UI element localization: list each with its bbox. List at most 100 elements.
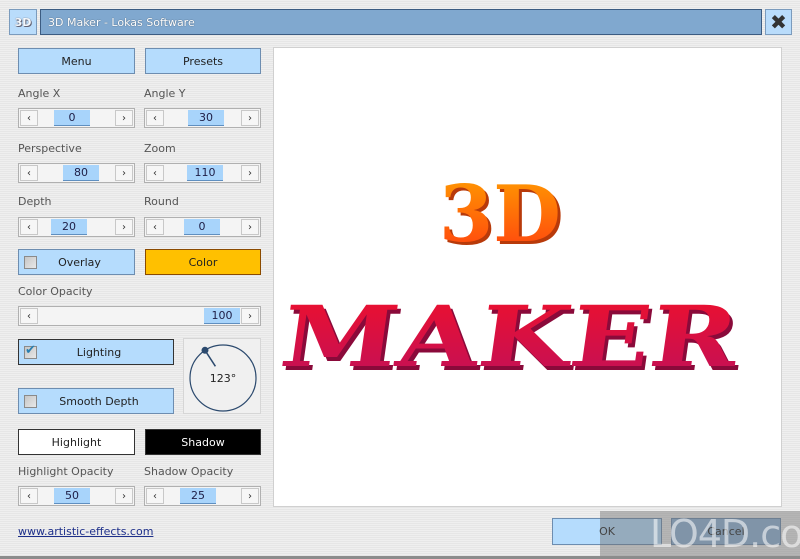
zoom-slider[interactable]: ‹ 110 › [144, 163, 261, 183]
preview-canvas: 3D 3D MAKER MAKER [273, 47, 782, 507]
presets-button-label: Presets [182, 54, 224, 68]
color-opacity-increase-button[interactable]: › [241, 308, 259, 324]
highlight-opacity-value: 50 [65, 489, 79, 502]
round-label: Round [144, 195, 179, 208]
angle-y-thumb[interactable]: 30 [188, 110, 224, 126]
shadow-button-label: Shadow [181, 435, 225, 449]
angle-y-label: Angle Y [144, 87, 186, 100]
depth-label: Depth [18, 195, 52, 208]
preview-maker-text: MAKER [275, 287, 746, 386]
title-bar[interactable]: 3D Maker - Lokas Software [40, 9, 762, 35]
shadow-opacity-decrease-button[interactable]: ‹ [146, 488, 164, 504]
menu-button[interactable]: Menu [18, 48, 135, 74]
dial-handle[interactable] [201, 346, 209, 354]
smooth-depth-checkbox[interactable] [24, 395, 37, 408]
highlight-opacity-slider[interactable]: ‹ 50 › [18, 486, 135, 506]
color-opacity-thumb[interactable]: 100 [204, 308, 240, 324]
chevron-left-icon: ‹ [153, 221, 157, 233]
lighting-toggle[interactable]: Lighting [18, 339, 174, 365]
smooth-depth-toggle[interactable]: Smooth Depth [18, 388, 174, 414]
depth-value: 20 [62, 220, 76, 233]
shadow-opacity-increase-button[interactable]: › [241, 488, 259, 504]
angle-x-value: 0 [68, 111, 76, 124]
preview-3d-text: 3D [439, 169, 561, 260]
lighting-label: Lighting [76, 345, 122, 359]
perspective-thumb[interactable]: 80 [63, 165, 99, 181]
overlay-checkbox[interactable] [24, 256, 37, 269]
website-link[interactable]: www.artistic-effects.com [18, 525, 153, 538]
angle-x-slider[interactable]: ‹ 0 › [18, 108, 135, 128]
angle-x-thumb[interactable]: 0 [54, 110, 90, 126]
zoom-label: Zoom [144, 142, 176, 155]
color-opacity-label: Color Opacity [18, 285, 93, 298]
shadow-opacity-slider[interactable]: ‹ 25 › [144, 486, 261, 506]
highlight-opacity-label: Highlight Opacity [18, 465, 114, 478]
chevron-right-icon: › [248, 167, 252, 179]
angle-x-label: Angle X [18, 87, 61, 100]
chevron-right-icon: › [248, 490, 252, 502]
chevron-left-icon: ‹ [27, 167, 31, 179]
shadow-opacity-label: Shadow Opacity [144, 465, 234, 478]
menu-button-label: Menu [61, 54, 92, 68]
chevron-left-icon: ‹ [153, 112, 157, 124]
color-opacity-decrease-button[interactable]: ‹ [20, 308, 38, 324]
presets-button[interactable]: Presets [145, 48, 261, 74]
round-thumb[interactable]: 0 [184, 219, 220, 235]
highlight-opacity-increase-button[interactable]: › [115, 488, 133, 504]
angle-x-increase-button[interactable]: › [115, 110, 133, 126]
angle-y-increase-button[interactable]: › [241, 110, 259, 126]
depth-decrease-button[interactable]: ‹ [20, 219, 38, 235]
close-button[interactable]: ✖ [765, 9, 792, 35]
lighting-checkbox[interactable] [24, 343, 37, 359]
app-icon: 3D [9, 9, 37, 35]
perspective-value: 80 [74, 166, 88, 179]
smooth-depth-label: Smooth Depth [59, 394, 139, 408]
perspective-increase-button[interactable]: › [115, 165, 133, 181]
perspective-decrease-button[interactable]: ‹ [20, 165, 38, 181]
close-icon: ✖ [770, 10, 787, 34]
angle-x-decrease-button[interactable]: ‹ [20, 110, 38, 126]
chevron-right-icon: › [122, 221, 126, 233]
shadow-opacity-thumb[interactable]: 25 [180, 488, 216, 504]
round-decrease-button[interactable]: ‹ [146, 219, 164, 235]
preview-graphic: 3D 3D MAKER MAKER [275, 169, 749, 390]
highlight-opacity-thumb[interactable]: 50 [54, 488, 90, 504]
shadow-color-button[interactable]: Shadow [145, 429, 261, 455]
chevron-right-icon: › [248, 310, 252, 322]
zoom-thumb[interactable]: 110 [187, 165, 223, 181]
highlight-color-button[interactable]: Highlight [18, 429, 135, 455]
dial-graphic: 123° [189, 344, 257, 412]
perspective-slider[interactable]: ‹ 80 › [18, 163, 135, 183]
round-increase-button[interactable]: › [241, 219, 259, 235]
chevron-left-icon: ‹ [153, 167, 157, 179]
chevron-left-icon: ‹ [27, 112, 31, 124]
chevron-left-icon: ‹ [27, 310, 31, 322]
highlight-button-label: Highlight [51, 435, 102, 449]
color-opacity-slider[interactable]: ‹ 100 › [18, 306, 261, 326]
chevron-right-icon: › [122, 167, 126, 179]
chevron-left-icon: ‹ [153, 490, 157, 502]
color-button-label: Color [188, 255, 218, 269]
chevron-left-icon: ‹ [27, 490, 31, 502]
chevron-right-icon: › [248, 221, 252, 233]
color-button[interactable]: Color [145, 249, 261, 275]
window-title: 3D Maker - Lokas Software [48, 15, 195, 29]
zoom-value: 110 [194, 166, 216, 179]
highlight-opacity-decrease-button[interactable]: ‹ [20, 488, 38, 504]
overlay-toggle[interactable]: Overlay [18, 249, 135, 275]
zoom-increase-button[interactable]: › [241, 165, 259, 181]
angle-y-decrease-button[interactable]: ‹ [146, 110, 164, 126]
perspective-label: Perspective [18, 142, 82, 155]
angle-y-slider[interactable]: ‹ 30 › [144, 108, 261, 128]
angle-y-value: 30 [199, 111, 213, 124]
light-direction-dial[interactable]: 123° [183, 338, 261, 414]
dial-angle-text: 123° [210, 372, 237, 385]
watermark-text: LO4D.com [650, 512, 800, 556]
overlay-label: Overlay [58, 255, 101, 269]
depth-slider[interactable]: ‹ 20 › [18, 217, 135, 237]
depth-thumb[interactable]: 20 [51, 219, 87, 235]
round-slider[interactable]: ‹ 0 › [144, 217, 261, 237]
depth-increase-button[interactable]: › [115, 219, 133, 235]
zoom-decrease-button[interactable]: ‹ [146, 165, 164, 181]
chevron-left-icon: ‹ [27, 221, 31, 233]
